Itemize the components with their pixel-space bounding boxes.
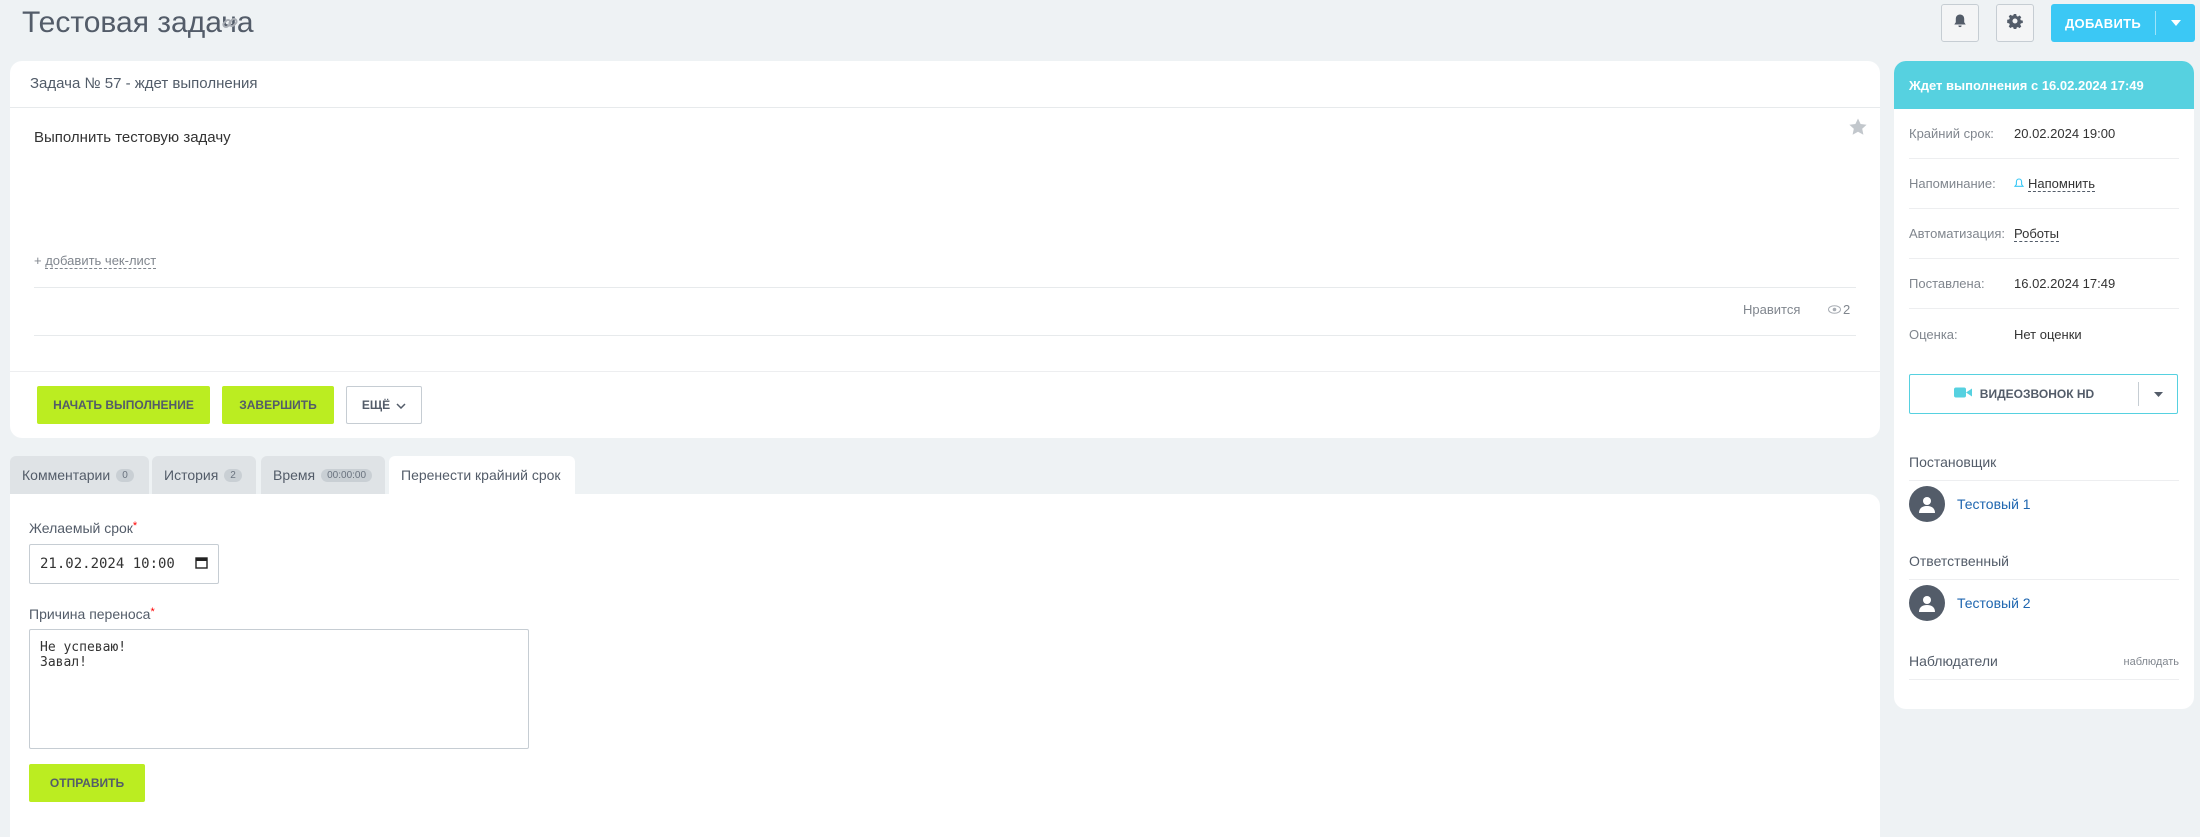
created-row: Поставлена: 16.02.2024 17:49: [1909, 259, 2179, 309]
creator-person[interactable]: Тестовый 1: [1909, 486, 2031, 522]
required-marker: *: [132, 520, 138, 532]
bell-icon: [1952, 13, 1968, 34]
tab-time[interactable]: Время 00:00:00: [261, 456, 385, 494]
tab-comments[interactable]: Комментарии 0: [10, 456, 149, 494]
desired-date-label: Желаемый срок*: [29, 520, 137, 536]
tab-label: Перенести крайний срок: [401, 467, 561, 483]
page-title: Тестовая задача: [22, 6, 254, 39]
rating-value[interactable]: Нет оценки: [2014, 327, 2082, 342]
robots-link[interactable]: Роботы: [2014, 226, 2060, 242]
divider: [34, 287, 1856, 288]
tab-move-deadline[interactable]: Перенести крайний срок: [389, 456, 575, 494]
deadline-row: Крайний срок: 20.02.2024 19:00: [1909, 109, 2179, 159]
tab-count: 2: [224, 468, 242, 482]
user-icon: [1919, 497, 1935, 513]
finish-button[interactable]: ЗАВЕРШИТЬ: [222, 386, 334, 424]
reason-label-text: Причина переноса: [29, 606, 151, 622]
divider: [34, 335, 1856, 336]
deadline-form-panel: Желаемый срок* 21.02.2024 10:00 Причина …: [10, 494, 1880, 837]
tab-count: 00:00:00: [321, 468, 373, 482]
avatar: [1909, 585, 1945, 621]
star-icon[interactable]: [1848, 117, 1868, 137]
row-key: Напоминание:: [1909, 176, 1996, 191]
tab-label: Комментарии: [22, 467, 111, 483]
task-sidebar: Ждет выполнения с 16.02.2024 17:49 Крайн…: [1894, 61, 2194, 709]
row-key: Автоматизация:: [1909, 226, 2005, 241]
add-button[interactable]: ДОБАВИТЬ: [2051, 4, 2195, 42]
more-button-label: ЕЩЁ: [361, 398, 391, 412]
user-icon: [1919, 596, 1935, 612]
task-description: Выполнить тестовую задачу: [34, 129, 231, 146]
calendar-icon[interactable]: [195, 556, 208, 573]
status-banner: Ждет выполнения с 16.02.2024 17:49: [1894, 61, 2194, 109]
start-button[interactable]: НАЧАТЬ ВЫПОЛНЕНИЕ: [37, 386, 210, 424]
add-checklist-prefix: +: [34, 253, 46, 268]
desired-date-value: 21.02.2024 10:00: [40, 556, 175, 572]
desired-date-input[interactable]: 21.02.2024 10:00: [29, 544, 219, 584]
reminder-link[interactable]: Напомнить: [2028, 176, 2095, 192]
tab-label: Время: [273, 467, 316, 483]
desired-date-label-text: Желаемый срок: [29, 520, 133, 536]
reason-label: Причина переноса*: [29, 606, 155, 622]
deadline-value[interactable]: 20.02.2024 19:00: [2014, 126, 2115, 141]
submit-button[interactable]: ОТПРАВИТЬ: [29, 764, 145, 802]
task-card: Задача № 57 - ждет выполнения Выполнить …: [10, 61, 1880, 438]
avatar: [1909, 486, 1945, 522]
settings-button[interactable]: [1996, 4, 2034, 42]
automation-row: Автоматизация: Роботы: [1909, 209, 2179, 259]
task-header: Задача № 57 - ждет выполнения: [10, 61, 1880, 108]
more-button[interactable]: ЕЩЁ: [346, 386, 422, 424]
responsible-title: Ответственный: [1909, 553, 2179, 580]
bell-outline-icon: [2014, 178, 2024, 189]
creator-name[interactable]: Тестовый 1: [1957, 496, 2031, 512]
video-call-main[interactable]: ВИДЕОЗВОНОК HD: [1910, 387, 2138, 401]
gear-icon: [2007, 13, 2023, 34]
reminder-row: Напоминание: Напомнить: [1909, 159, 2179, 209]
rating-row: Оценка: Нет оценки: [1909, 309, 2179, 359]
views-count: 2: [1843, 302, 1851, 317]
created-value: 16.02.2024 17:49: [2014, 276, 2116, 291]
video-call-button[interactable]: ВИДЕОЗВОНОК HD: [1909, 374, 2178, 414]
notification-button[interactable]: [1941, 4, 1979, 42]
link-icon[interactable]: [220, 13, 240, 33]
tab-history[interactable]: История 2: [152, 456, 256, 494]
eye-icon: [1828, 302, 1841, 317]
tab-label: История: [164, 467, 219, 483]
row-key: Крайний срок:: [1909, 126, 1994, 141]
watch-link[interactable]: наблюдать: [2124, 656, 2180, 668]
tab-count: 0: [116, 468, 134, 482]
row-key: Оценка:: [1909, 326, 1958, 342]
like-link[interactable]: Нравится: [1743, 302, 1800, 317]
reason-textarea[interactable]: Не успеваю! Завал!: [29, 629, 529, 749]
responsible-person[interactable]: Тестовый 2: [1909, 585, 2031, 621]
add-checklist-label: добавить чек-лист: [45, 253, 157, 269]
add-button-label: ДОБАВИТЬ: [2064, 15, 2142, 31]
task-actions: НАЧАТЬ ВЫПОЛНЕНИЕ ЗАВЕРШИТЬ ЕЩЁ: [10, 371, 1880, 438]
creator-title: Постановщик: [1909, 454, 2179, 481]
views-counter: 2: [1828, 302, 1850, 317]
chevron-down-icon: [396, 398, 406, 412]
required-marker: *: [150, 606, 155, 618]
chevron-down-icon[interactable]: [2156, 20, 2195, 26]
row-key: Поставлена:: [1909, 276, 1985, 291]
video-camera-icon: [1953, 387, 1972, 401]
chevron-down-icon[interactable]: [2139, 391, 2177, 397]
video-call-label: ВИДЕОЗВОНОК HD: [1979, 387, 2095, 401]
responsible-name[interactable]: Тестовый 2: [1957, 595, 2031, 611]
add-checklist-link[interactable]: + добавить чек-лист: [34, 253, 157, 269]
